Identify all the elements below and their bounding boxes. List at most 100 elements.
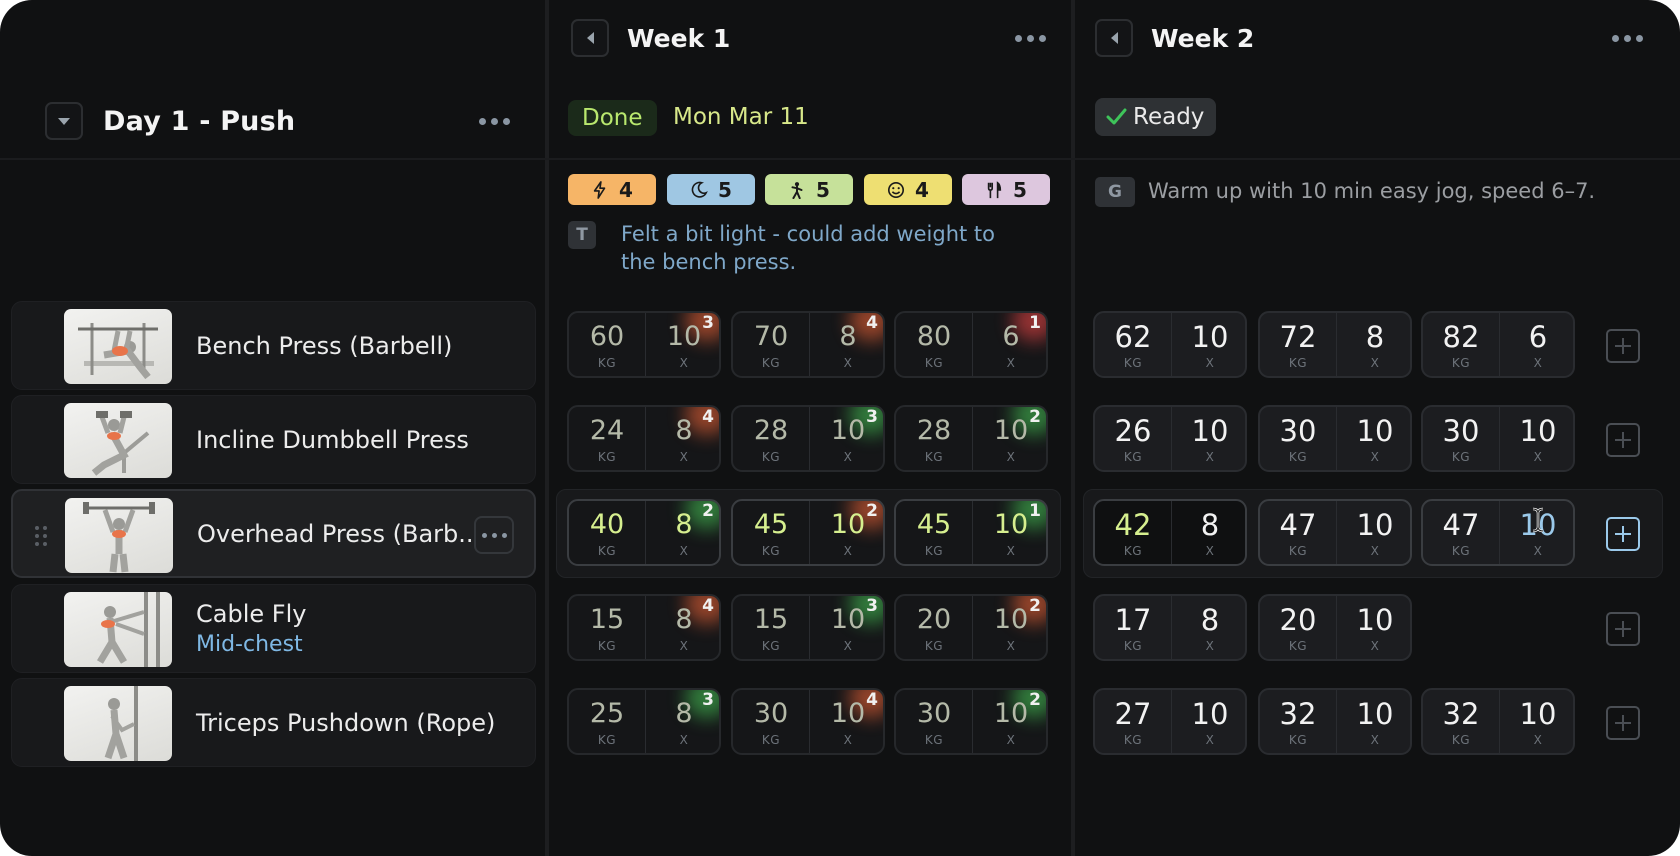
reps-value[interactable]: 8 [1172,508,1245,542]
set-card[interactable]: 70 KG 8 X 4 [731,311,885,378]
set-card[interactable]: 27 KG 10 X [1093,688,1247,755]
reps-value[interactable]: 10 [1172,414,1245,448]
reps-value[interactable]: 10 [1337,603,1410,637]
exercise-row[interactable]: Cable Fly Mid-chest [11,584,536,673]
status-badge[interactable]: Ready [1095,98,1217,136]
weight-value[interactable]: 45 [733,509,809,540]
set-card[interactable]: 45 KG 10 X 1 [894,499,1048,566]
weight-value[interactable]: 30 [1260,414,1336,448]
set-card[interactable]: 15 KG 8 X 4 [567,594,721,661]
set-card[interactable]: 15 KG 10 X 3 [731,594,885,661]
add-set-button[interactable] [1606,517,1640,551]
set-card[interactable]: 42 KG 8 X [1093,499,1247,566]
set-card[interactable]: 82 KG 6 X [1421,311,1575,378]
set-card[interactable]: 32 KG 10 X [1258,688,1412,755]
weight-value[interactable]: 15 [733,604,809,635]
rating-chip-nutrition[interactable]: 5 [962,174,1050,205]
exercise-row-selected[interactable]: Overhead Press (Barb.. [11,489,536,578]
weight-value[interactable]: 47 [1260,508,1336,542]
rating-chip-body[interactable]: 5 [765,174,853,205]
weight-value[interactable]: 24 [569,415,645,446]
drag-handle-icon[interactable] [35,526,47,546]
weight-value[interactable]: 45 [896,509,972,540]
weight-value[interactable]: 30 [733,698,809,729]
set-card[interactable]: 17 KG 8 X [1093,594,1247,661]
prev-week-button[interactable] [571,19,609,57]
add-set-button[interactable] [1606,706,1640,740]
day-more-icon[interactable] [479,117,510,125]
set-card[interactable]: 30 KG 10 X [1258,405,1412,472]
weight-value[interactable]: 26 [1095,414,1171,448]
day-title: Day 1 - Push [103,105,296,137]
weight-value[interactable]: 80 [896,321,972,352]
status-badge[interactable]: Done [568,100,657,136]
weight-value[interactable]: 20 [896,604,972,635]
set-card[interactable]: 30 KG 10 X 2 [894,688,1048,755]
set-card[interactable]: 32 KG 10 X [1421,688,1575,755]
weight-value[interactable]: 28 [733,415,809,446]
set-card[interactable]: 30 KG 10 X 4 [731,688,885,755]
rating-chip-sleep[interactable]: 5 [667,174,755,205]
set-card[interactable]: 80 KG 6 X 1 [894,311,1048,378]
weight-value[interactable]: 30 [896,698,972,729]
set-card[interactable]: 47 KG 10 X [1258,499,1412,566]
session-note[interactable]: Felt a bit light - could add weight to t… [621,220,1021,276]
reps-value[interactable]: 6 [1500,320,1573,354]
weight-value[interactable]: 17 [1095,603,1171,637]
reps-value[interactable]: 8 [1172,603,1245,637]
set-card[interactable]: 72 KG 8 X [1258,311,1412,378]
rating-chip-mood[interactable]: 4 [864,174,952,205]
weight-value[interactable]: 20 [1260,603,1336,637]
set-card[interactable]: 62 KG 10 X [1093,311,1247,378]
set-card[interactable]: 47 KG 10 X [1421,499,1575,566]
collapse-day-button[interactable] [45,102,83,140]
weight-value[interactable]: 30 [1423,414,1499,448]
exercise-row[interactable]: Triceps Pushdown (Rope) [11,678,536,767]
weight-unit: KG [1288,450,1308,464]
reps-value[interactable]: 10 [1500,697,1573,731]
weight-value[interactable]: 60 [569,321,645,352]
weight-value[interactable]: 25 [569,698,645,729]
session-note[interactable]: Warm up with 10 min easy jog, speed 6–7. [1148,177,1668,205]
weight-value[interactable]: 40 [569,509,645,540]
weight-value[interactable]: 72 [1260,320,1336,354]
set-card[interactable]: 28 KG 10 X 2 [894,405,1048,472]
exercise-row[interactable]: Bench Press (Barbell) [11,301,536,390]
weight-value[interactable]: 42 [1095,508,1171,542]
add-set-button[interactable] [1606,612,1640,646]
reps-value[interactable]: 10 [1172,320,1245,354]
week-more-icon[interactable] [1612,34,1643,42]
weight-value[interactable]: 70 [733,321,809,352]
weight-value[interactable]: 32 [1260,697,1336,731]
set-card[interactable]: 25 KG 8 X 3 [567,688,721,755]
reps-value[interactable]: 10 [1500,414,1573,448]
add-set-button[interactable] [1606,329,1640,363]
weight-value[interactable]: 32 [1423,697,1499,731]
weight-value[interactable]: 27 [1095,697,1171,731]
reps-value[interactable]: 10 [1337,508,1410,542]
reps-value[interactable]: 8 [1337,320,1410,354]
reps-value[interactable]: 10 [1337,414,1410,448]
prev-week-button[interactable] [1095,19,1133,57]
week-more-icon[interactable] [1015,34,1046,42]
weight-value[interactable]: 62 [1095,320,1171,354]
weight-value[interactable]: 82 [1423,320,1499,354]
weight-value[interactable]: 15 [569,604,645,635]
set-card[interactable]: 45 KG 10 X 2 [731,499,885,566]
set-card[interactable]: 40 KG 8 X 2 [567,499,721,566]
set-card[interactable]: 24 KG 8 X 4 [567,405,721,472]
set-card[interactable]: 60 KG 10 X 3 [567,311,721,378]
rating-chip-energy[interactable]: 4 [568,174,656,205]
reps-value[interactable]: 10 [1337,697,1410,731]
exercise-row[interactable]: Incline Dumbbell Press [11,395,536,484]
set-card[interactable]: 26 KG 10 X [1093,405,1247,472]
set-card[interactable]: 28 KG 10 X 3 [731,405,885,472]
add-set-button[interactable] [1606,423,1640,457]
set-card[interactable]: 30 KG 10 X [1421,405,1575,472]
reps-value[interactable]: 10 [1172,697,1245,731]
set-card[interactable]: 20 KG 10 X 2 [894,594,1048,661]
set-card[interactable]: 20 KG 10 X [1258,594,1412,661]
exercise-more-button[interactable] [474,516,514,554]
weight-value[interactable]: 47 [1423,508,1499,542]
weight-value[interactable]: 28 [896,415,972,446]
